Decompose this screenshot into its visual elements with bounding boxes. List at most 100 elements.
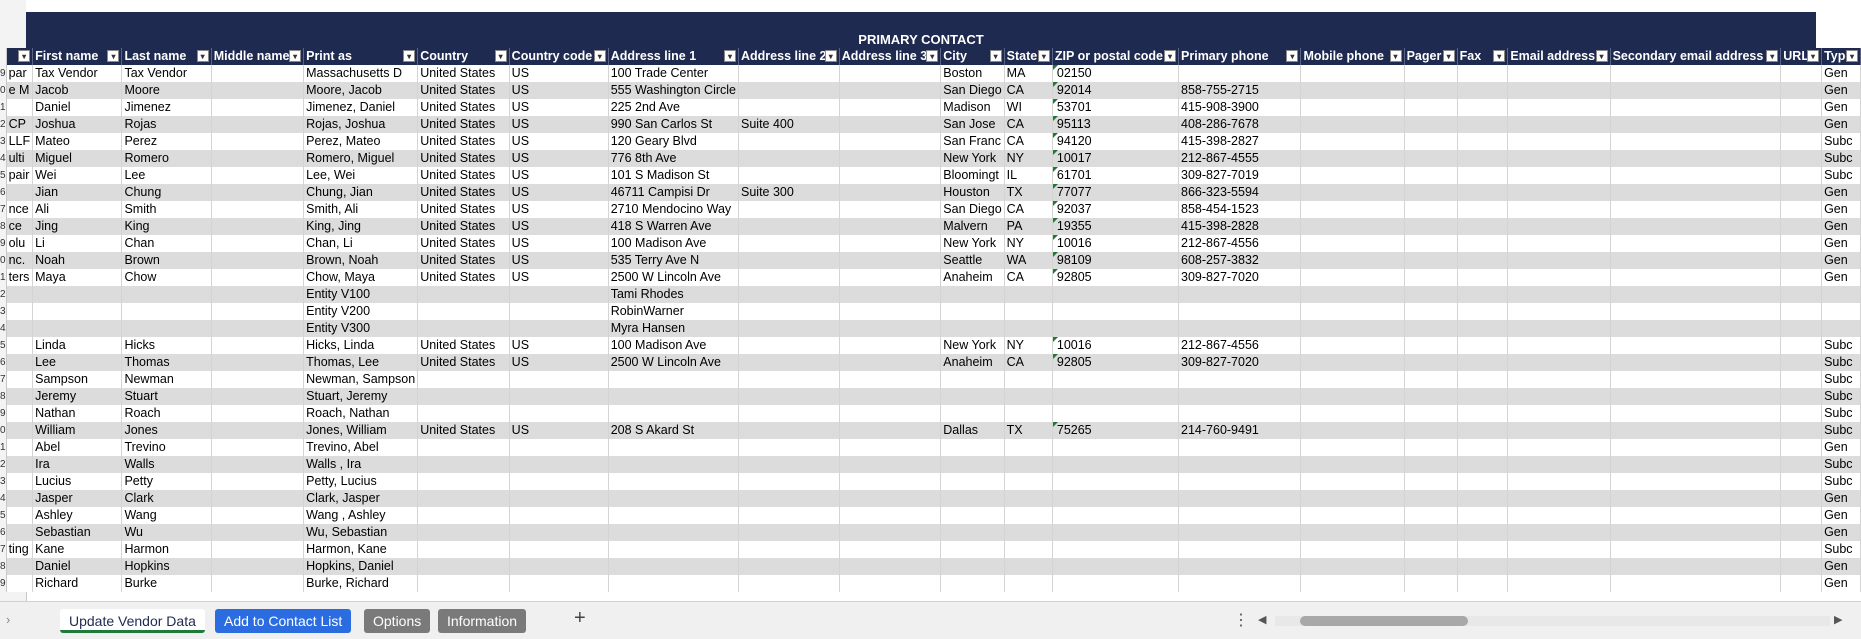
cell-middle[interactable] (211, 524, 305, 541)
row-number[interactable]: 9 (0, 65, 7, 82)
cell-email[interactable] (1507, 558, 1611, 575)
cell-type[interactable]: Gen (1821, 524, 1861, 541)
row-number[interactable]: 9 (0, 405, 7, 422)
cell-state[interactable]: MA (1004, 65, 1053, 82)
filter-dropdown-icon[interactable]: ▾ (1493, 50, 1506, 62)
cell-pager[interactable] (1404, 490, 1458, 507)
cell-zip[interactable]: 92805 (1052, 269, 1180, 286)
cell-email2[interactable] (1610, 167, 1782, 184)
cell-city[interactable]: Malvern (940, 218, 1005, 235)
cell-addr2[interactable] (738, 354, 840, 371)
cell-email2[interactable] (1610, 65, 1782, 82)
cell-addr2[interactable] (738, 456, 840, 473)
filter-dropdown-icon[interactable]: ▾ (926, 50, 939, 62)
cell-zip[interactable] (1052, 286, 1180, 303)
cell-country[interactable] (417, 303, 510, 320)
cell-code[interactable]: US (509, 422, 609, 439)
cell-addr2[interactable] (738, 286, 840, 303)
cell-print[interactable]: Hopkins, Daniel (303, 558, 419, 575)
cell-addr2[interactable] (738, 490, 840, 507)
cell-city[interactable]: Bloomingt (940, 167, 1005, 184)
cell-country[interactable] (417, 558, 510, 575)
column-header-3[interactable]: Middle name ▾ (211, 48, 305, 65)
column-header-2[interactable]: Last name ▾ (121, 48, 212, 65)
cell-email2[interactable] (1610, 541, 1782, 558)
cell-mobile[interactable] (1300, 337, 1405, 354)
cell-fax[interactable] (1457, 473, 1509, 490)
cell-print[interactable]: Harmon, Kane (303, 541, 419, 558)
cell-last[interactable]: Stuart (121, 388, 212, 405)
cell-middle[interactable] (211, 371, 305, 388)
cell-city[interactable] (940, 558, 1005, 575)
cell-country[interactable]: United States (417, 133, 510, 150)
cell-middle[interactable] (211, 218, 305, 235)
cell-url[interactable] (1780, 99, 1823, 116)
cell-url[interactable] (1780, 133, 1823, 150)
cell-phone[interactable]: 212-867-4556 (1178, 235, 1302, 252)
cell-middle[interactable] (211, 65, 305, 82)
cell-addr1[interactable]: 100 Madison Ave (608, 337, 740, 354)
cell-email[interactable] (1507, 116, 1611, 133)
cell-addr3[interactable] (839, 184, 942, 201)
cell-country[interactable] (417, 473, 510, 490)
cell-zip[interactable]: 77077 (1052, 184, 1180, 201)
cell-email[interactable] (1507, 439, 1611, 456)
cell-fax[interactable] (1457, 269, 1509, 286)
cell-first[interactable]: Mateo (32, 133, 123, 150)
cell-type[interactable] (1821, 320, 1861, 337)
cell-c0[interactable] (6, 405, 34, 422)
cell-zip[interactable]: 92014 (1052, 82, 1180, 99)
cell-last[interactable]: Hicks (121, 337, 212, 354)
cell-addr3[interactable] (839, 218, 942, 235)
cell-addr2[interactable] (738, 133, 840, 150)
filter-dropdown-icon[interactable]: ▾ (1164, 50, 1177, 62)
cell-print[interactable]: Perez, Mateo (303, 133, 419, 150)
cell-addr1[interactable]: 555 Washington Circle (608, 82, 740, 99)
cell-first[interactable] (32, 320, 123, 337)
cell-pager[interactable] (1404, 184, 1458, 201)
cell-url[interactable] (1780, 184, 1823, 201)
cell-mobile[interactable] (1300, 82, 1405, 99)
cell-last[interactable]: Tax Vendor (121, 65, 212, 82)
cell-code[interactable]: US (509, 201, 609, 218)
cell-pager[interactable] (1404, 473, 1458, 490)
filter-dropdown-icon[interactable]: ▾ (593, 50, 606, 62)
cell-last[interactable]: Rojas (121, 116, 212, 133)
cell-last[interactable]: Jones (121, 422, 212, 439)
cell-last[interactable]: Moore (121, 82, 212, 99)
cell-mobile[interactable] (1300, 558, 1405, 575)
cell-c0[interactable]: nc. (6, 252, 34, 269)
cell-city[interactable]: Madison (940, 99, 1005, 116)
cell-zip[interactable] (1052, 541, 1180, 558)
cell-last[interactable]: Perez (121, 133, 212, 150)
filter-dropdown-icon[interactable]: ▾ (289, 50, 302, 62)
cell-code[interactable] (509, 507, 609, 524)
cell-middle[interactable] (211, 150, 305, 167)
cell-email2[interactable] (1610, 473, 1782, 490)
cell-c0[interactable] (6, 575, 34, 592)
cell-state[interactable]: PA (1004, 218, 1053, 235)
cell-addr3[interactable] (839, 65, 942, 82)
cell-type[interactable]: Subc (1821, 150, 1861, 167)
cell-last[interactable]: Harmon (121, 541, 212, 558)
cell-c0[interactable] (6, 558, 34, 575)
cell-country[interactable]: United States (417, 218, 510, 235)
cell-zip[interactable] (1052, 303, 1180, 320)
cell-email2[interactable] (1610, 320, 1782, 337)
cell-c0[interactable]: ulti (6, 150, 34, 167)
cell-zip[interactable]: 53701 (1052, 99, 1180, 116)
cell-addr3[interactable] (839, 524, 942, 541)
cell-state[interactable] (1004, 473, 1053, 490)
cell-fax[interactable] (1457, 150, 1509, 167)
cell-fax[interactable] (1457, 65, 1509, 82)
cell-print[interactable]: Smith, Ali (303, 201, 419, 218)
cell-print[interactable]: Brown, Noah (303, 252, 419, 269)
add-sheet-icon[interactable]: + (574, 607, 586, 630)
cell-fax[interactable] (1457, 541, 1509, 558)
cell-first[interactable]: Ira (32, 456, 123, 473)
cell-addr2[interactable] (738, 388, 840, 405)
cell-country[interactable]: United States (417, 422, 510, 439)
cell-url[interactable] (1780, 218, 1823, 235)
cell-last[interactable]: Trevino (121, 439, 212, 456)
cell-type[interactable]: Gen (1821, 235, 1861, 252)
